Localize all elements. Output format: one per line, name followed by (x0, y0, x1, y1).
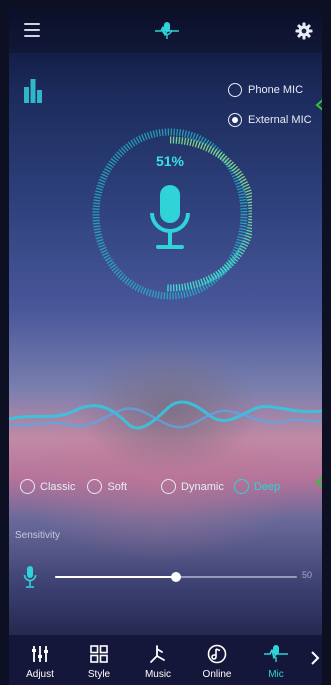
style-dynamic-option[interactable]: Dynamic (161, 479, 224, 494)
style-deep-label: Deep (253, 480, 281, 493)
microphone-wave-icon (264, 645, 288, 662)
external-mic-label: External MIC (248, 114, 312, 126)
tab-music[interactable]: Music (130, 635, 186, 685)
annotation-arrow-icon (315, 476, 322, 488)
microphone-wave-icon (155, 22, 179, 39)
style-dynamic-label: Dynamic (181, 480, 224, 493)
tab-adjust[interactable]: Adjust (12, 635, 68, 685)
level-percent: 51% (155, 153, 185, 169)
grid-icon (90, 645, 108, 663)
style-deep-radio[interactable] (233, 479, 249, 494)
phone-mic-label: Phone MIC (248, 84, 304, 96)
style-classic-label: Classic (40, 480, 76, 493)
phone-mic-option[interactable]: Phone MIC (228, 79, 312, 101)
style-options: Classic Soft Dynamic Deep (20, 479, 280, 494)
style-deep-option[interactable]: Deep (233, 479, 281, 494)
style-soft-radio[interactable] (87, 479, 103, 494)
tab-mic-label: Mic (268, 669, 284, 680)
microphone-icon (150, 185, 190, 249)
tab-online[interactable]: Online (189, 635, 245, 685)
annotation-arrow-icon (315, 99, 322, 111)
style-soft-label: Soft (107, 480, 128, 493)
online-music-icon (207, 644, 227, 664)
menu-icon[interactable] (24, 23, 40, 37)
tab-adjust-label: Adjust (26, 669, 54, 680)
tab-mic[interactable]: Mic (248, 635, 304, 685)
style-soft-option[interactable]: Soft (87, 479, 127, 494)
equalizer-bars-icon[interactable] (23, 77, 43, 103)
bottom-nav: Adjust Style Music Online Mic (9, 635, 322, 685)
equalizer-sliders-icon (32, 646, 48, 662)
slider-thumb[interactable] (171, 572, 181, 582)
app-screen: Phone MIC External MIC 51% Classic Soft … (9, 9, 322, 685)
style-classic-option[interactable]: Classic (20, 479, 75, 494)
sensitivity-slider[interactable] (55, 571, 297, 583)
sensitivity-label: Sensitivity (15, 530, 61, 541)
music-note-icon (150, 645, 165, 663)
top-bar (9, 9, 322, 53)
tab-style[interactable]: Style (71, 635, 127, 685)
slider-fill (55, 576, 176, 578)
tab-music-label: Music (144, 669, 172, 680)
phone-mic-radio[interactable] (228, 83, 242, 97)
gear-icon[interactable] (295, 22, 313, 40)
sensitivity-value: 50 (302, 570, 313, 580)
screen-frame: Phone MIC External MIC 51% Classic Soft … (0, 0, 331, 685)
style-classic-radio[interactable] (20, 479, 35, 494)
waveform (9, 400, 322, 430)
style-dynamic-radio[interactable] (161, 479, 177, 494)
tab-style-label: Style (87, 669, 111, 680)
microphone-icon (23, 566, 37, 588)
chevron-right-icon[interactable] (310, 650, 320, 666)
tab-online-label: Online (202, 669, 232, 680)
